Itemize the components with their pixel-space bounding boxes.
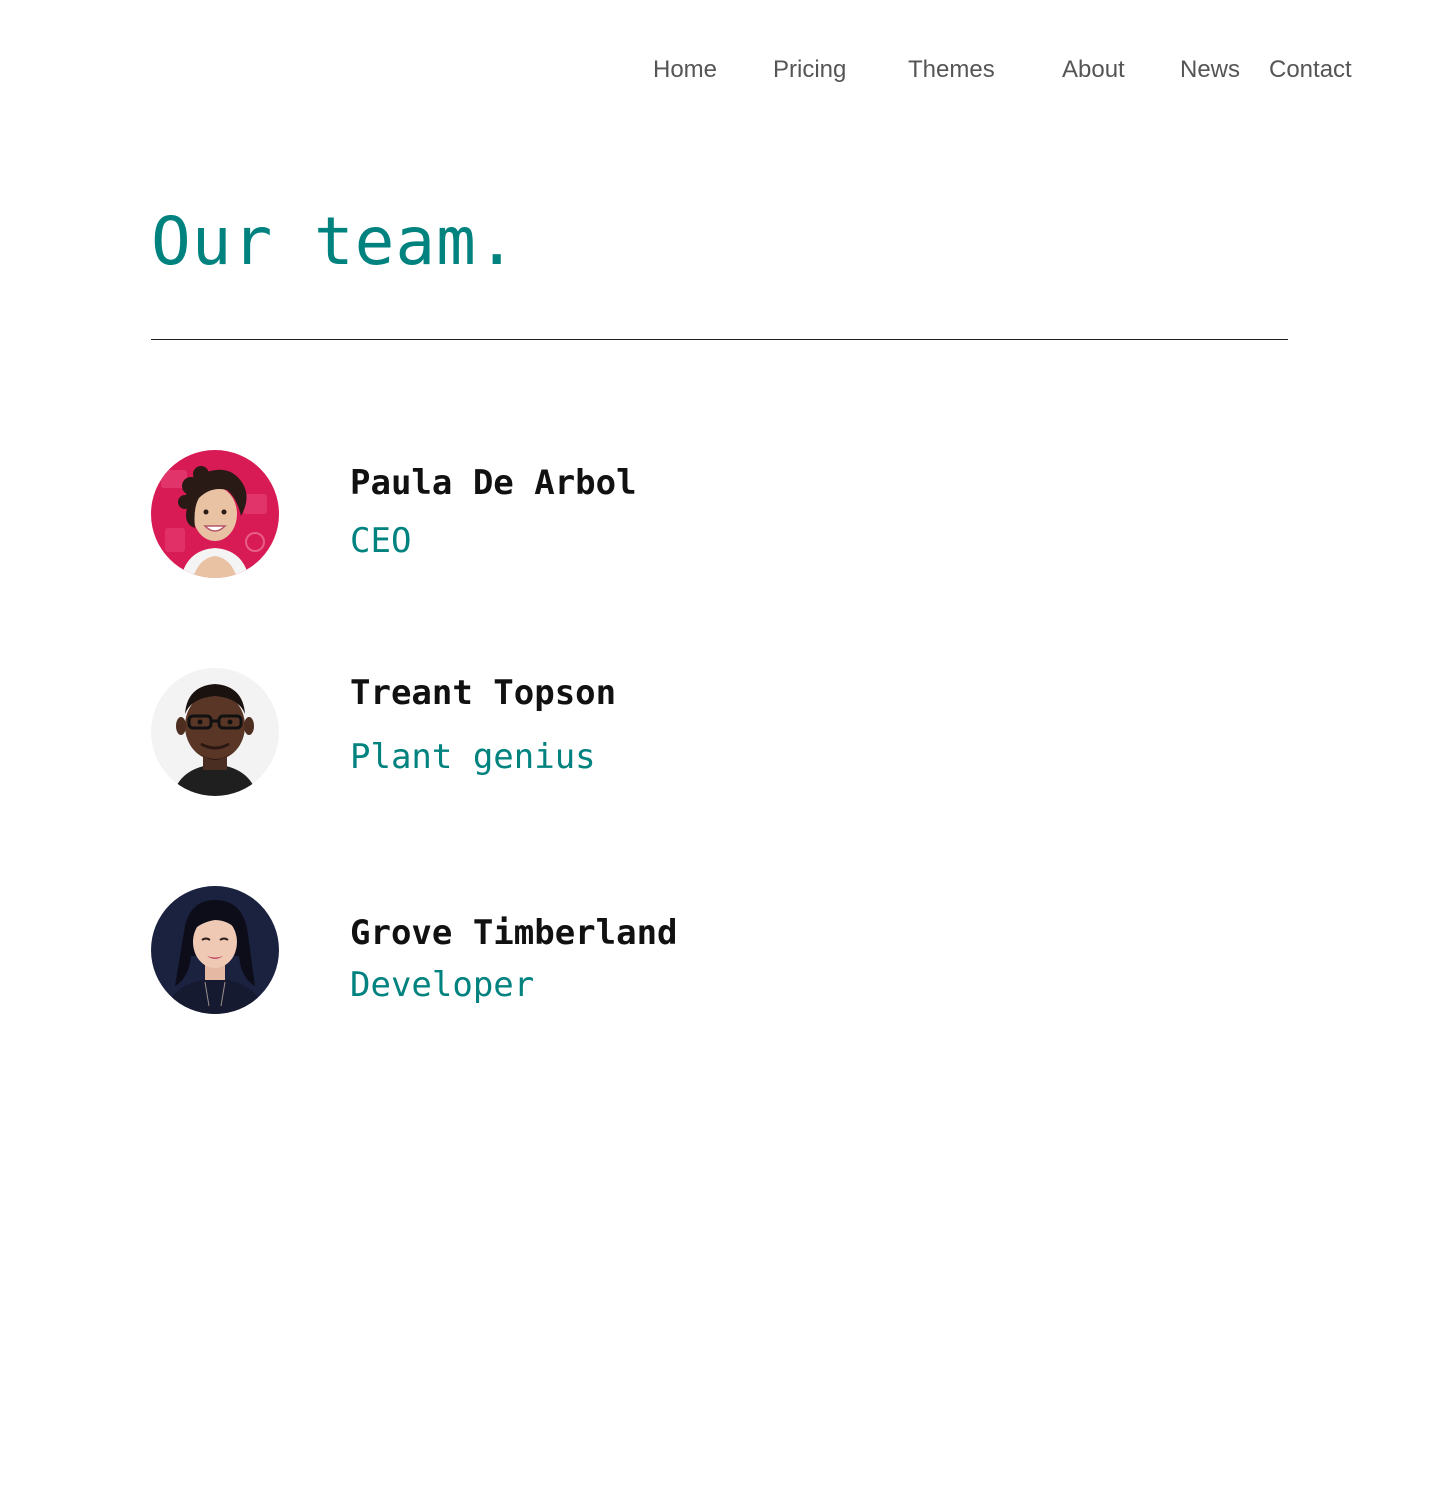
avatar-treant	[151, 668, 279, 796]
avatar-photo-icon	[151, 450, 279, 578]
nav-about-link[interactable]: About	[1062, 55, 1125, 85]
avatar-paula	[151, 450, 279, 578]
member-role: Plant genius	[350, 737, 596, 777]
nav-themes-link[interactable]: Themes	[908, 55, 995, 85]
nav-pricing-link[interactable]: Pricing	[773, 55, 846, 85]
member-name: Paula De Arbol	[350, 463, 637, 503]
avatar-photo-icon	[151, 886, 279, 1014]
member-role: CEO	[350, 521, 412, 561]
member-name: Grove Timberland	[350, 913, 678, 953]
member-name: Treant Topson	[350, 673, 617, 713]
title-divider	[151, 339, 1288, 340]
member-role: Developer	[350, 965, 535, 1005]
nav-home-link[interactable]: Home	[653, 55, 717, 85]
nav-contact-link[interactable]: Contact	[1269, 55, 1352, 85]
avatar-photo-icon	[151, 668, 279, 796]
page-title: Our team.	[151, 203, 518, 280]
avatar-grove	[151, 886, 279, 1014]
nav-news-link[interactable]: News	[1180, 55, 1240, 85]
